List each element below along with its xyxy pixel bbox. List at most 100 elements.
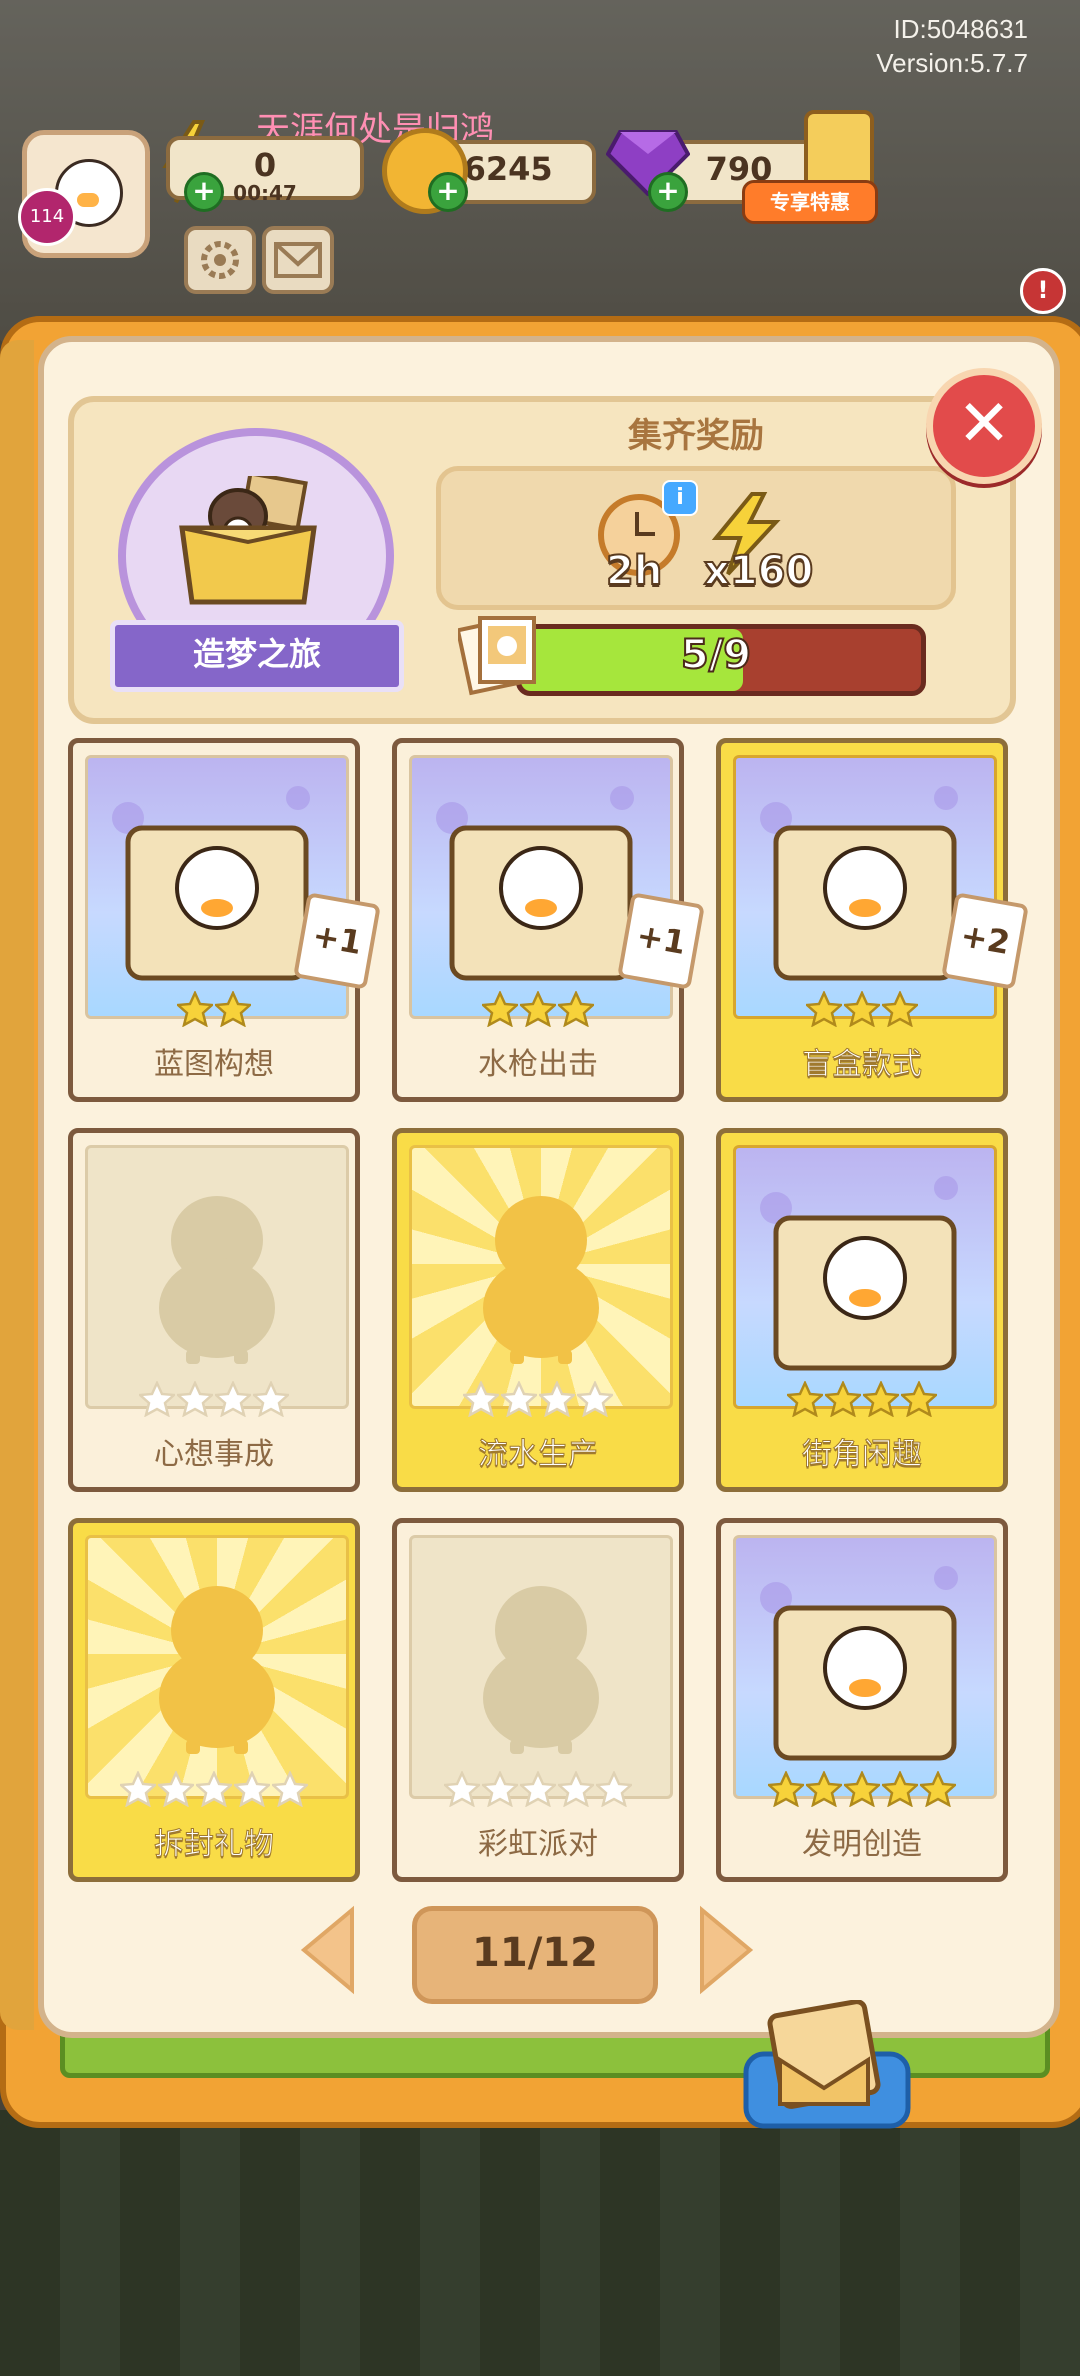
- page-indicator: 11/12: [412, 1906, 658, 2004]
- album-card[interactable]: 心想事成: [68, 1128, 360, 1492]
- collection-progress-text: 5/9: [680, 631, 752, 679]
- album-book-spine: [0, 340, 34, 2030]
- locked-duck-silhouette-icon: [159, 1586, 275, 1754]
- build-info: ID:5048631 Version:5.7.7: [876, 12, 1028, 80]
- album-name-ribbon: 造梦之旅: [110, 620, 404, 692]
- album-card[interactable]: 发明创造: [716, 1518, 1008, 1882]
- energy-value: 0: [253, 146, 277, 184]
- envelope-icon: [274, 242, 322, 278]
- card-name: 彩虹派对: [478, 1827, 598, 1862]
- filled-star-icon: [177, 991, 213, 1027]
- card-star-rating: [397, 1381, 679, 1421]
- reward-energy-text: x160: [703, 547, 814, 595]
- locked-duck-silhouette-icon: [483, 1586, 599, 1754]
- card-name: 心想事成: [154, 1437, 274, 1472]
- card-name: 流水生产: [478, 1437, 599, 1473]
- mail-envelope-icon[interactable]: [262, 226, 334, 294]
- empty-star-icon: [196, 1771, 232, 1807]
- empty-star-icon: [234, 1771, 270, 1807]
- card-pack-envelope-icon[interactable]: [742, 2000, 912, 2130]
- empty-star-icon: [444, 1771, 480, 1807]
- filled-star-icon: [825, 1381, 861, 1417]
- card-star-rating: [721, 1771, 1003, 1811]
- empty-star-icon: [577, 1381, 613, 1417]
- close-button[interactable]: ✕: [926, 368, 1042, 484]
- empty-star-icon: [558, 1771, 594, 1807]
- filled-star-icon: [882, 991, 918, 1027]
- filled-star-icon: [806, 1771, 842, 1807]
- next-page-arrow-icon[interactable]: [696, 1904, 756, 1996]
- album-card[interactable]: 拆封礼物: [68, 1518, 360, 1882]
- card-art: [733, 1535, 997, 1799]
- card-illustration-icon: [760, 1566, 958, 1761]
- close-icon: ✕: [957, 387, 1011, 461]
- empty-star-icon: [215, 1381, 251, 1417]
- special-offer-tag[interactable]: 专享特惠: [742, 180, 878, 224]
- card-star-rating: [397, 1771, 679, 1811]
- filled-star-icon: [844, 1771, 880, 1807]
- filled-star-icon: [920, 1771, 956, 1807]
- alert-dot-icon[interactable]: !: [1020, 268, 1066, 314]
- filled-star-icon: [768, 1771, 804, 1807]
- empty-star-icon: [463, 1381, 499, 1417]
- empty-star-icon: [120, 1771, 156, 1807]
- reward-time-text: 2h: [605, 547, 663, 595]
- card-art: [409, 1145, 673, 1409]
- card-illustration-icon: [760, 1176, 958, 1371]
- add-coins-button[interactable]: +: [428, 172, 468, 212]
- player-id-text: ID:5048631: [893, 14, 1028, 44]
- card-name: 水枪出击: [478, 1047, 598, 1082]
- empty-star-icon: [253, 1381, 289, 1417]
- card-art: [409, 1535, 673, 1799]
- filled-star-icon: [806, 991, 842, 1027]
- filled-star-icon: [901, 1381, 937, 1417]
- empty-star-icon: [177, 1381, 213, 1417]
- add-energy-button[interactable]: +: [184, 172, 224, 212]
- filled-star-icon: [558, 991, 594, 1027]
- filled-star-icon: [520, 991, 556, 1027]
- duplicate-count-badge: +2: [941, 892, 1029, 990]
- album-card[interactable]: 彩虹派对: [392, 1518, 684, 1882]
- duplicate-count-badge: +1: [617, 892, 705, 990]
- duplicate-count-badge: +1: [293, 892, 381, 990]
- filled-star-icon: [215, 991, 251, 1027]
- filled-star-icon: [882, 1771, 918, 1807]
- card-name: 蓝图构想: [154, 1047, 274, 1082]
- card-name: 街角闲趣: [802, 1437, 923, 1473]
- prev-page-arrow-icon[interactable]: [298, 1904, 358, 1996]
- reward-info-icon[interactable]: i: [662, 480, 698, 516]
- empty-star-icon: [139, 1381, 175, 1417]
- filled-star-icon: [482, 991, 518, 1027]
- filled-star-icon: [844, 991, 880, 1027]
- blind-box-icon: [179, 476, 317, 605]
- card-art: [733, 1145, 997, 1409]
- empty-star-icon: [520, 1771, 556, 1807]
- card-star-rating: [73, 1381, 355, 1421]
- empty-star-icon: [482, 1771, 518, 1807]
- settings-gear-icon[interactable]: [184, 226, 256, 294]
- add-gems-button[interactable]: +: [648, 172, 688, 212]
- photo-cards-icon: [458, 616, 536, 696]
- empty-star-icon: [272, 1771, 308, 1807]
- card-name: 发明创造: [802, 1827, 922, 1862]
- card-star-rating: [721, 1381, 1003, 1421]
- empty-star-icon: [158, 1771, 194, 1807]
- card-art: [85, 1145, 349, 1409]
- card-name: 盲盒款式: [802, 1047, 923, 1083]
- empty-star-icon: [539, 1381, 575, 1417]
- card-star-rating: [73, 991, 355, 1031]
- empty-star-icon: [596, 1771, 632, 1807]
- locked-duck-silhouette-icon: [483, 1196, 599, 1364]
- filled-star-icon: [787, 1381, 823, 1417]
- avatar-duck-beak: [77, 193, 99, 207]
- gear-icon: [201, 241, 239, 279]
- card-star-rating: [721, 991, 1003, 1031]
- filled-star-icon: [863, 1381, 899, 1417]
- collect-reward-title: 集齐奖励: [628, 416, 764, 456]
- card-star-rating: [73, 1771, 355, 1811]
- card-star-rating: [397, 991, 679, 1031]
- player-level-badge: 114: [18, 188, 76, 246]
- album-card[interactable]: 街角闲趣: [716, 1128, 1008, 1492]
- locked-duck-silhouette-icon: [159, 1196, 275, 1364]
- album-card[interactable]: 流水生产: [392, 1128, 684, 1492]
